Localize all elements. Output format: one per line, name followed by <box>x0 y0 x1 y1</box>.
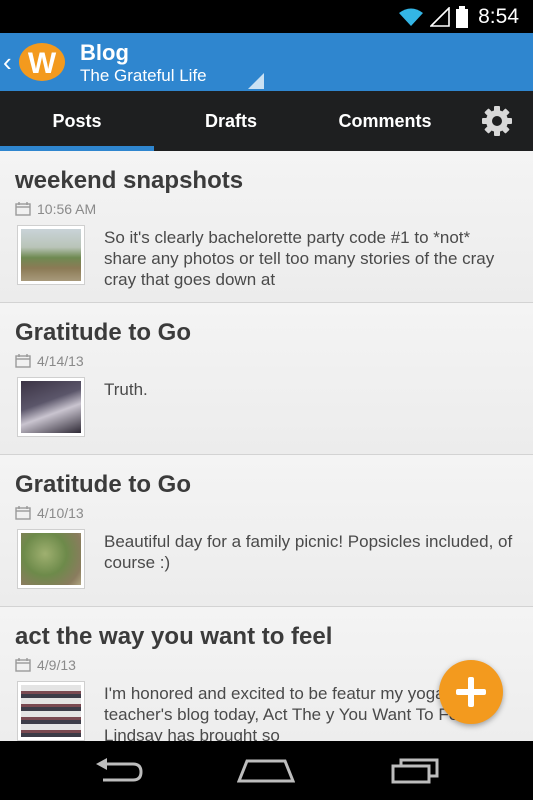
signal-icon <box>430 7 450 27</box>
calendar-icon <box>15 202 31 216</box>
post-date: 10:56 AM <box>37 201 97 217</box>
calendar-icon <box>15 506 31 520</box>
wifi-icon <box>399 8 424 26</box>
tab-posts[interactable]: Posts <box>0 91 154 151</box>
weebly-logo-icon[interactable]: W <box>18 42 66 82</box>
post-thumbnail <box>17 529 85 589</box>
status-icons: 8:54 <box>398 5 519 29</box>
posts-list[interactable]: weekend snapshots 10:56 AM So it's clear… <box>0 151 533 741</box>
home-button[interactable] <box>236 751 296 791</box>
post-thumbnail <box>17 225 85 285</box>
status-time: 8:54 <box>478 5 519 28</box>
post-date: 4/14/13 <box>37 353 84 369</box>
calendar-icon <box>15 658 31 672</box>
battery-icon <box>456 6 469 28</box>
action-bar: ‹ W Blog The Grateful Life <box>0 33 533 91</box>
back-button[interactable] <box>88 751 148 791</box>
post-item[interactable]: Gratitude to Go 4/10/13 Beautiful day fo… <box>0 455 533 607</box>
action-bar-title[interactable]: Blog <box>80 40 129 66</box>
blog-selector[interactable]: The Grateful Life <box>80 66 207 86</box>
tab-bar: Posts Drafts Comments <box>0 91 533 151</box>
status-bar: 8:54 <box>0 0 533 33</box>
navigation-bar <box>0 741 533 800</box>
post-excerpt: So it's clearly bachelorette party code … <box>104 228 495 289</box>
post-item[interactable]: Gratitude to Go 4/14/13 Truth. <box>0 303 533 455</box>
post-date: 4/9/13 <box>37 657 76 673</box>
calendar-icon <box>15 354 31 368</box>
tab-drafts[interactable]: Drafts <box>154 91 308 151</box>
plus-icon <box>456 677 486 707</box>
post-date-row: 4/9/13 <box>15 657 76 673</box>
home-icon <box>237 759 295 783</box>
post-item[interactable]: weekend snapshots 10:56 AM So it's clear… <box>0 151 533 303</box>
tab-comments[interactable]: Comments <box>308 91 462 151</box>
post-title: Gratitude to Go <box>15 319 191 346</box>
post-thumbnail <box>17 681 85 741</box>
recent-apps-button[interactable] <box>385 751 445 791</box>
settings-button[interactable] <box>472 91 522 151</box>
post-excerpt: Beautiful day for a family picnic! Popsi… <box>104 532 513 572</box>
back-icon <box>96 758 143 782</box>
post-date-row: 4/14/13 <box>15 353 84 369</box>
post-title: weekend snapshots <box>15 167 244 194</box>
post-title: Gratitude to Go <box>15 471 191 498</box>
gear-icon <box>482 106 512 136</box>
add-post-button[interactable] <box>439 660 503 724</box>
post-excerpt: Truth. <box>104 380 148 399</box>
post-date-row: 10:56 AM <box>15 201 96 217</box>
post-title: act the way you want to feel <box>15 623 333 650</box>
recent-apps-icon <box>391 758 439 784</box>
dropdown-triangle-icon[interactable] <box>248 73 264 89</box>
svg-text:W: W <box>28 47 57 80</box>
post-thumbnail <box>17 377 85 437</box>
post-date-row: 4/10/13 <box>15 505 84 521</box>
post-date: 4/10/13 <box>37 505 84 521</box>
